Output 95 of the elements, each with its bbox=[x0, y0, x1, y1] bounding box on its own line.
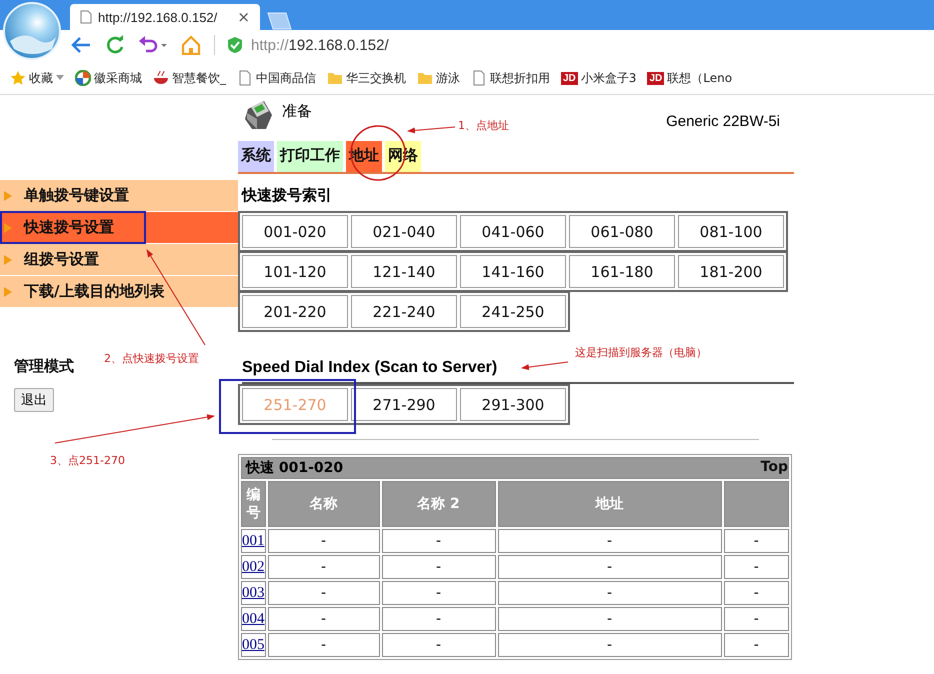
table-cell: - bbox=[724, 607, 789, 631]
table-cell: - bbox=[382, 633, 496, 657]
table-cell: - bbox=[498, 529, 722, 553]
sidebar-item[interactable]: 单触拨号键设置 bbox=[0, 180, 238, 211]
bookmark-item[interactable]: 华三交换机 bbox=[327, 70, 406, 86]
shield-icon bbox=[227, 36, 243, 54]
triangle-icon bbox=[4, 190, 12, 200]
table-cell: - bbox=[268, 555, 380, 579]
column-header: 编号 bbox=[241, 481, 266, 527]
badge-icon: JD bbox=[647, 72, 664, 84]
range-link[interactable]: 221-240 bbox=[351, 295, 457, 328]
annotation-note: 这是扫描到服务器（电脑） bbox=[575, 345, 707, 360]
nav-tab[interactable]: 系统 bbox=[238, 141, 274, 172]
range-link[interactable]: 021-040 bbox=[351, 215, 457, 248]
table-cell: - bbox=[268, 529, 380, 553]
table-cell: - bbox=[724, 633, 789, 657]
range-link[interactable]: 201-220 bbox=[242, 295, 348, 328]
folder-icon bbox=[327, 70, 343, 86]
table-cell: - bbox=[268, 581, 380, 605]
range-link[interactable]: 081-100 bbox=[678, 215, 784, 248]
sidebar-item[interactable]: 组拨号设置 bbox=[0, 244, 238, 275]
column-header bbox=[724, 481, 789, 527]
logout-button[interactable]: 退出 bbox=[14, 388, 54, 412]
bookmark-item[interactable]: 智慧餐饮_ bbox=[153, 70, 226, 86]
range-link[interactable]: 101-120 bbox=[242, 255, 348, 288]
bookmark-item[interactable]: 收藏 bbox=[10, 70, 64, 86]
star-icon bbox=[10, 70, 26, 86]
section-heading: Speed Dial Index (Scan to Server) bbox=[242, 359, 794, 384]
annotation-note: 1、点地址 bbox=[458, 118, 509, 133]
annotation-note: 2、点快速拨号设置 bbox=[104, 351, 199, 366]
page-icon bbox=[237, 70, 253, 86]
range-link[interactable]: 061-080 bbox=[569, 215, 675, 248]
close-button[interactable]: × bbox=[237, 8, 250, 26]
status-text: 准备 bbox=[282, 102, 312, 121]
section-title: 管理模式 bbox=[14, 357, 74, 376]
triangle-icon bbox=[4, 286, 12, 296]
nav-tab[interactable]: 打印工作 bbox=[277, 141, 343, 172]
range-link[interactable]: 121-140 bbox=[351, 255, 457, 288]
table-cell: - bbox=[724, 581, 789, 605]
table-cell: - bbox=[498, 607, 722, 631]
table-cell: - bbox=[382, 607, 496, 631]
range-link[interactable]: 291-300 bbox=[460, 388, 566, 421]
range-link[interactable]: 141-160 bbox=[460, 255, 566, 288]
table-cell: - bbox=[268, 607, 380, 631]
range-link[interactable]: 181-200 bbox=[678, 255, 784, 288]
sidebar-item[interactable]: 下载/上载目的地列表 bbox=[0, 276, 238, 307]
bookmark-item[interactable]: 中国商品信 bbox=[237, 70, 316, 86]
tab-title: http://192.168.0.152/ bbox=[98, 10, 218, 24]
bookmark-item[interactable]: JD 联想（Leno bbox=[647, 70, 732, 86]
column-header: 名称 bbox=[268, 481, 380, 527]
range-link[interactable]: 241-250 bbox=[460, 295, 566, 328]
range-link[interactable]: 161-180 bbox=[569, 255, 675, 288]
back-icon[interactable] bbox=[70, 35, 92, 55]
reload-icon[interactable] bbox=[104, 35, 126, 55]
table-cell: - bbox=[498, 581, 722, 605]
table-cell: - bbox=[382, 529, 496, 553]
logo-icon bbox=[75, 70, 91, 86]
printer-icon bbox=[242, 99, 274, 131]
table-cell: - bbox=[382, 555, 496, 579]
range-link[interactable]: 001-020 bbox=[242, 215, 348, 248]
triangle-icon bbox=[4, 222, 12, 232]
bookmark-item[interactable]: 联想折扣用 bbox=[471, 70, 550, 86]
table-cell: - bbox=[724, 555, 789, 579]
address-field[interactable]: http://192.168.0.152/ bbox=[227, 36, 389, 54]
range-link[interactable]: 041-060 bbox=[460, 215, 566, 248]
section-heading: 快速拨号索引 bbox=[242, 186, 333, 205]
annotation-arrow bbox=[407, 126, 456, 134]
table-cell: - bbox=[724, 529, 789, 553]
sidebar-item[interactable]: 快速拨号设置 bbox=[0, 212, 238, 243]
annotation-note: 3、点251-270 bbox=[50, 453, 125, 468]
model-name: Generic 22BW-5i bbox=[666, 113, 780, 130]
table-cell: - bbox=[382, 581, 496, 605]
bookmark-item[interactable]: 徽采商城 bbox=[75, 70, 142, 86]
badge-icon: JD bbox=[561, 72, 578, 84]
page-icon bbox=[471, 70, 487, 86]
folder-icon bbox=[417, 70, 433, 86]
table-cell: - bbox=[498, 555, 722, 579]
url-text: http://192.168.0.152/ bbox=[251, 36, 389, 54]
annotation-arrow bbox=[521, 362, 568, 370]
table-cell: - bbox=[498, 633, 722, 657]
column-header: 地址 bbox=[498, 481, 722, 527]
range-link[interactable]: 271-290 bbox=[351, 388, 457, 421]
column-header: 名称 2 bbox=[382, 481, 496, 527]
page-icon bbox=[80, 10, 92, 24]
triangle-icon bbox=[4, 254, 12, 264]
table-cell: - bbox=[268, 633, 380, 657]
bookmark-item[interactable]: JD 小米盒子3 bbox=[561, 70, 636, 86]
new-tab-button[interactable] bbox=[266, 12, 292, 30]
bowl-icon bbox=[153, 70, 169, 86]
undo-icon[interactable] bbox=[138, 35, 168, 55]
browser-tab[interactable]: http://192.168.0.152/ × bbox=[70, 4, 260, 30]
home-icon[interactable] bbox=[180, 35, 202, 55]
top-link[interactable]: Top bbox=[760, 459, 788, 475]
table-title: 快速 001-020 bbox=[244, 459, 344, 477]
bookmark-item[interactable]: 游泳 bbox=[417, 70, 460, 86]
